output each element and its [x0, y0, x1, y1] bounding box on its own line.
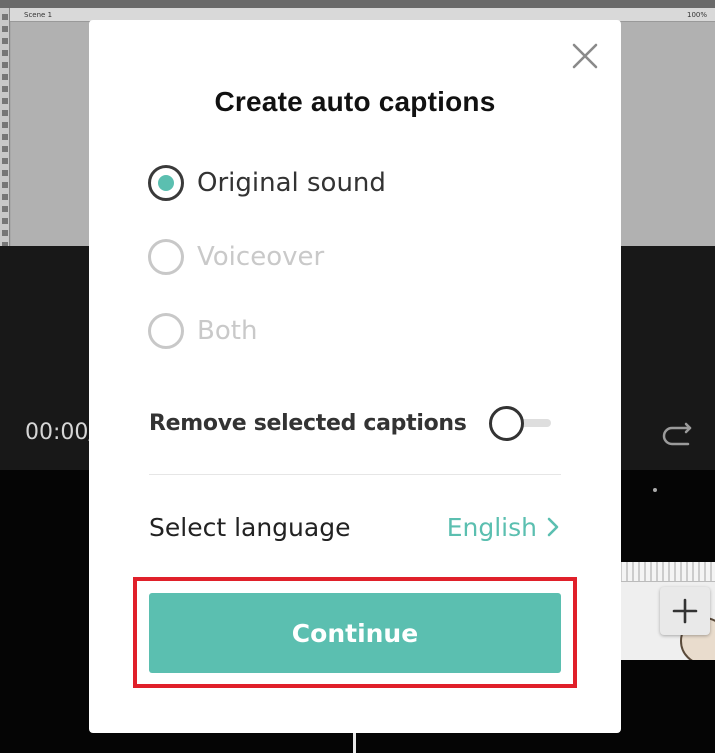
- chevron-right-icon: [547, 517, 559, 537]
- remove-captions-row: Remove selected captions: [149, 400, 561, 446]
- playhead[interactable]: [353, 730, 356, 753]
- radio-label: Both: [197, 316, 258, 346]
- preview-top-bar: [0, 0, 715, 8]
- toggle-knob: [489, 406, 524, 441]
- remove-captions-label: Remove selected captions: [149, 410, 467, 436]
- preview-tool-strip: [0, 8, 10, 246]
- radio-label: Original sound: [197, 168, 386, 198]
- zoom-level: 100%: [686, 11, 707, 19]
- radio-button-selected[interactable]: [148, 165, 184, 201]
- add-clip-button[interactable]: [660, 587, 710, 635]
- scene-label: Scene 1: [24, 11, 53, 19]
- radio-original-sound[interactable]: Original sound: [148, 163, 508, 203]
- dialog-title: Create auto captions: [214, 86, 496, 117]
- timecode: 00:00/: [25, 420, 96, 445]
- remove-captions-toggle[interactable]: [489, 404, 561, 442]
- radio-label: Voiceover: [197, 242, 325, 272]
- clip-ruler: [620, 562, 715, 582]
- plus-icon: [672, 598, 698, 624]
- timeline-marker-dot: [653, 488, 657, 492]
- select-language-row[interactable]: Select language English: [149, 505, 561, 549]
- language-value: English: [446, 512, 537, 542]
- radio-voiceover[interactable]: Voiceover: [148, 237, 508, 277]
- radio-both[interactable]: Both: [148, 311, 508, 351]
- select-language-label: Select language: [149, 512, 351, 542]
- continue-button[interactable]: Continue: [149, 593, 561, 673]
- redo-icon[interactable]: [660, 416, 694, 446]
- radio-button[interactable]: [148, 313, 184, 349]
- close-icon[interactable]: [569, 40, 601, 72]
- radio-button[interactable]: [148, 239, 184, 275]
- divider: [149, 474, 561, 475]
- language-selector[interactable]: English: [447, 513, 561, 542]
- auto-captions-dialog: Create auto captions Original sound Voic…: [89, 20, 621, 733]
